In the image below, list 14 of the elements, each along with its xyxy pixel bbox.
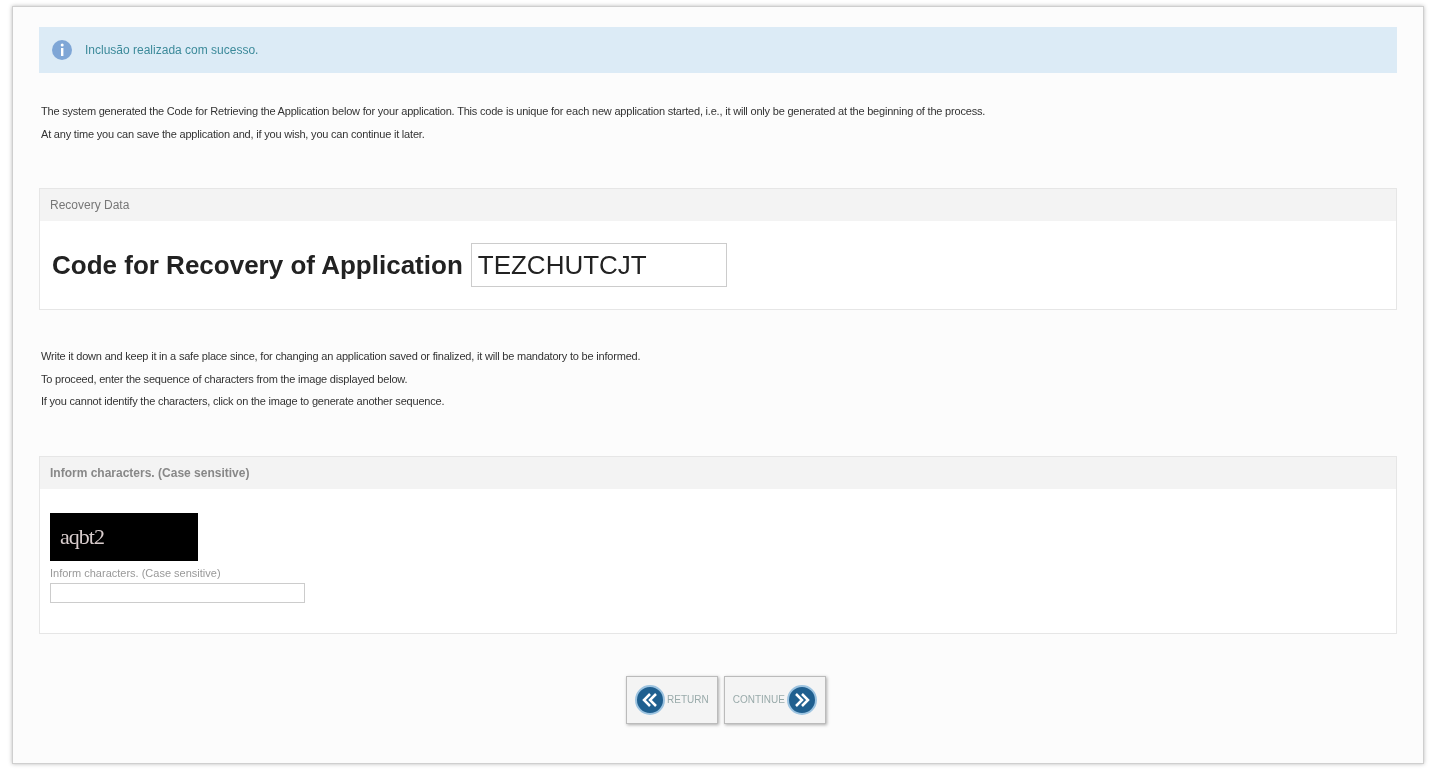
success-message: Inclusão realizada com sucesso.	[85, 42, 259, 59]
instruction-text: Write it down and keep it in a safe place since, for changing an application saved or finalized, it will be mandatory to be informed.	[41, 349, 642, 364]
info-icon	[51, 39, 73, 61]
recovery-code-field[interactable]: TEZCHUTCJT	[470, 243, 727, 287]
captcha-field-label: Inform characters. (Case sensitive)	[50, 565, 221, 581]
captcha-input-field[interactable]	[50, 583, 305, 603]
captcha-image[interactable]: aqbt2	[50, 512, 198, 561]
intro-text: At any time you can save the application and, if you wish, you can continue it later.	[41, 126, 426, 142]
instruction-text: If you cannot identify the characters, click on the image to generate another sequence.	[41, 394, 446, 409]
recovery-code-label: Code for Recovery of Application	[52, 248, 463, 282]
instruction-text: To proceed, enter the sequence of characters from the image displayed below.	[41, 371, 409, 387]
intro-text: The system generated the Code for Retrieving the Application below for your application. This code is unique for each new application started, i.e., it will only be generated at the beginning of the process.	[41, 104, 987, 119]
section-header: Inform characters. (Case sensitive)	[40, 456, 1396, 489]
section-header: Recovery Data	[40, 189, 1396, 221]
